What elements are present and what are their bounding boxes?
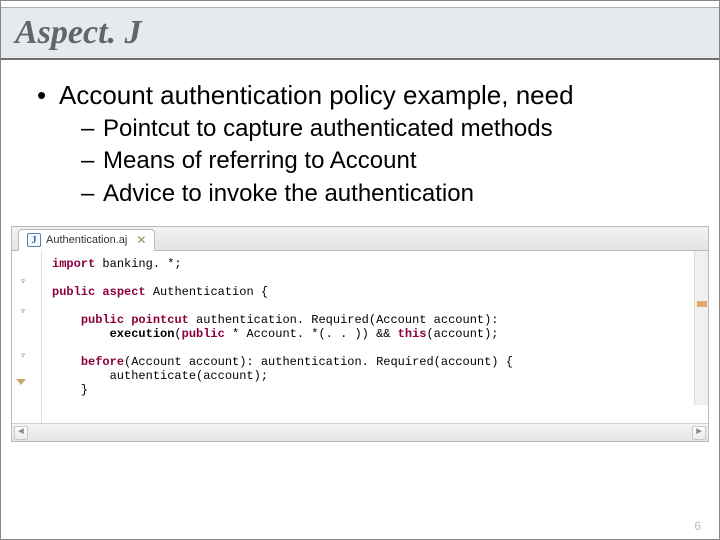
- code-text: (Account account): authentication. Requi…: [124, 355, 513, 369]
- editor-tab[interactable]: J Authentication.aj ✕: [18, 229, 155, 251]
- kw-public: public: [182, 327, 225, 341]
- editor-tabbar: J Authentication.aj ✕: [12, 227, 708, 251]
- sub-item: – Pointcut to capture authenticated meth…: [81, 113, 683, 145]
- scroll-left-button[interactable]: ◄: [14, 426, 28, 440]
- bullet-item: • Account authentication policy example,…: [37, 78, 683, 113]
- java-file-icon: J: [27, 233, 41, 247]
- sub-item: – Means of referring to Account: [81, 145, 683, 177]
- code-text: * Account. *(. . )) &&: [225, 327, 398, 341]
- chevron-left-icon: ◄: [18, 427, 24, 438]
- chevron-right-icon: ►: [696, 427, 702, 438]
- overview-marker: [697, 301, 707, 307]
- kw-public: public: [81, 313, 124, 327]
- horizontal-scrollbar[interactable]: ◄ ►: [12, 423, 708, 441]
- fold-toggle-icon[interactable]: ▿: [16, 277, 30, 287]
- code-text: (: [174, 327, 181, 341]
- bullet-text: Account authentication policy example, n…: [59, 78, 574, 113]
- kw-this: this: [398, 327, 427, 341]
- sub-text: Means of referring to Account: [103, 145, 417, 177]
- title-band: Aspect. J: [1, 7, 719, 60]
- editor-body: ▿ ▿ ▿ import banking. *; public aspect A…: [12, 251, 708, 423]
- dash-icon: –: [81, 145, 103, 177]
- slide-title: Aspect. J: [15, 14, 705, 52]
- code-text: [52, 355, 81, 369]
- code-text: [52, 313, 81, 327]
- code-text: Authentication {: [146, 285, 268, 299]
- fold-toggle-icon[interactable]: ▿: [16, 307, 30, 317]
- bullet-dot: •: [37, 78, 59, 113]
- kw-public: public: [52, 285, 95, 299]
- code-editor: J Authentication.aj ✕ ▿ ▿ ▿ import banki…: [11, 226, 709, 442]
- fold-toggle-icon[interactable]: ▿: [16, 351, 30, 361]
- code-area[interactable]: import banking. *; public aspect Authent…: [42, 251, 708, 423]
- code-text: banking. *;: [95, 257, 181, 271]
- advice-marker-icon: [16, 379, 26, 385]
- editor-gutter: ▿ ▿ ▿: [12, 251, 42, 423]
- dash-icon: –: [81, 178, 103, 210]
- dash-icon: –: [81, 113, 103, 145]
- slide-body: • Account authentication policy example,…: [1, 60, 719, 210]
- kw-before: before: [81, 355, 124, 369]
- sub-text: Pointcut to capture authenticated method…: [103, 113, 553, 145]
- close-icon[interactable]: ✕: [132, 233, 146, 247]
- page-number: 6: [694, 519, 701, 533]
- overview-ruler: [694, 251, 708, 405]
- kw-import: import: [52, 257, 95, 271]
- code-text: authenticate(account);: [52, 369, 268, 383]
- scroll-right-button[interactable]: ►: [692, 426, 706, 440]
- slide-frame: Aspect. J • Account authentication polic…: [0, 0, 720, 540]
- code-text: authentication. Required(Account account…: [189, 313, 499, 327]
- tab-label: Authentication.aj: [46, 234, 127, 246]
- kw-aspect: aspect: [95, 285, 145, 299]
- code-text: }: [52, 383, 88, 397]
- kw-execution: execution: [110, 327, 175, 341]
- kw-pointcut: pointcut: [124, 313, 189, 327]
- code-text: (account);: [426, 327, 498, 341]
- sub-item: – Advice to invoke the authentication: [81, 178, 683, 210]
- sub-text: Advice to invoke the authentication: [103, 178, 474, 210]
- sub-bullets: – Pointcut to capture authenticated meth…: [37, 113, 683, 210]
